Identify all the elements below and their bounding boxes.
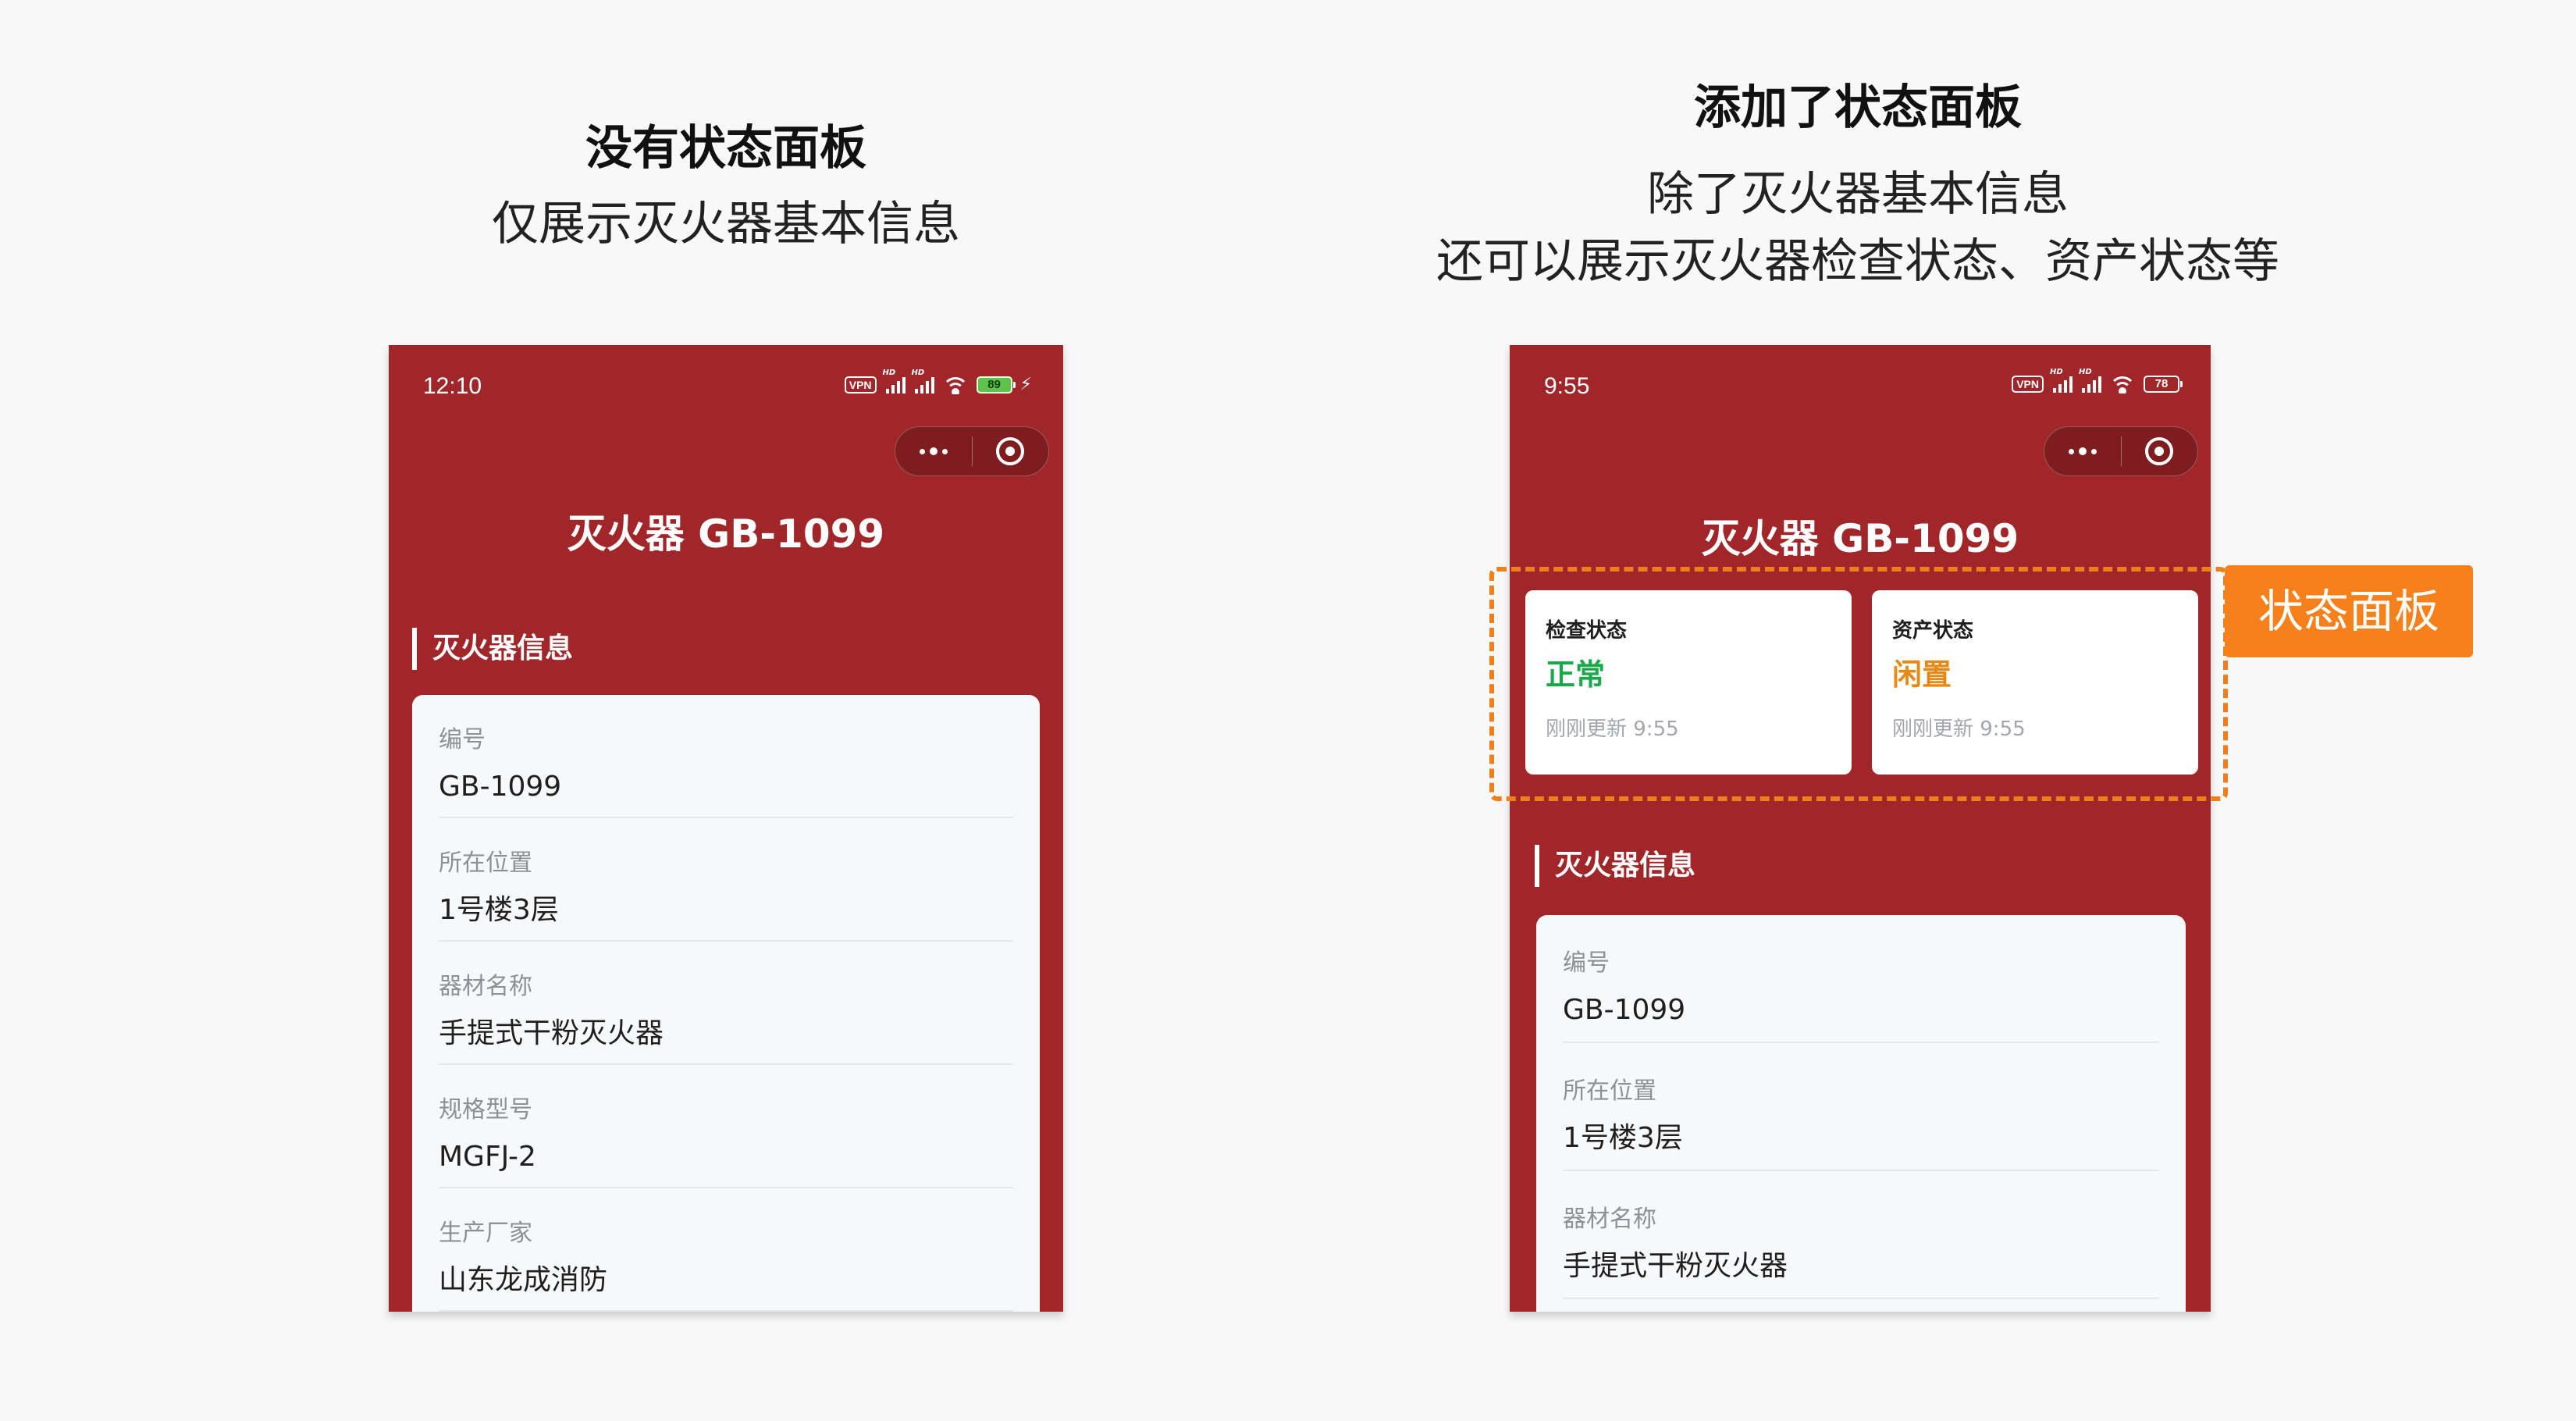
status-time: 12:10	[423, 373, 482, 399]
info-row: 规格型号 MGFJ-2	[439, 1065, 1013, 1188]
info-label: 规格型号	[439, 1096, 532, 1124]
info-row: 所在位置 1号楼3层	[439, 818, 1013, 942]
info-card: 编号 GB-1099 所在位置 1号楼3层 器材名称 手提式干粉灭火器 规格型号…	[412, 695, 1040, 1312]
info-card: 编号 GB-1099 所在位置 1号楼3层 器材名称 手提式干粉灭火器	[1536, 915, 2186, 1312]
battery-icon: 78	[2144, 376, 2183, 393]
status-panel-tag: 状态面板	[2225, 565, 2473, 657]
info-value: GB-1099	[1563, 994, 1686, 1026]
left-caption-line: 仅展示灭火器基本信息	[492, 197, 960, 251]
right-caption-title: 添加了状态面板	[1694, 80, 2022, 135]
signal-icon: HD	[912, 369, 934, 394]
charging-icon: ⚡	[1019, 375, 1032, 394]
status-panel-highlight-frame	[1489, 567, 2228, 801]
info-row: 器材名称 手提式干粉灭火器	[1563, 1171, 2159, 1299]
info-value: MGFJ-2	[439, 1141, 536, 1173]
miniprogram-capsule	[2044, 426, 2198, 476]
info-label: 器材名称	[1563, 1206, 1656, 1233]
info-row: 编号 GB-1099	[1563, 915, 2159, 1043]
section-title: 灭火器信息	[412, 628, 573, 670]
info-value: 1号楼3层	[1563, 1122, 1683, 1154]
vpn-icon: VPN	[2012, 376, 2044, 393]
status-bar: 9:55 VPN HD HD 78	[1510, 345, 2211, 423]
phone-screen-with-panel: 9:55 VPN HD HD 78 灭火器 GB-1099 检查状态 正常 刚刚…	[1510, 345, 2211, 1312]
info-row: 生产厂家 山东龙成消防	[439, 1188, 1013, 1312]
phone-screen-without-panel: 12:10 VPN HD HD 89 ⚡ 灭火器 GB-1099 灭火器信息 编…	[389, 345, 1063, 1312]
more-button[interactable]	[895, 427, 972, 475]
page-title: 灭火器 GB-1099	[567, 511, 885, 557]
info-value: 山东龙成消防	[439, 1264, 608, 1296]
status-icons: VPN HD HD 78	[2012, 368, 2183, 394]
more-icon	[2068, 447, 2097, 455]
battery-icon: 89	[976, 376, 1016, 394]
info-label: 器材名称	[439, 973, 532, 1000]
miniprogram-capsule	[895, 426, 1049, 476]
status-icons: VPN HD HD 89 ⚡	[844, 369, 1032, 394]
info-row: 编号 GB-1099	[439, 695, 1013, 818]
info-label: 所在位置	[1563, 1077, 1656, 1105]
status-time: 9:55	[1544, 373, 1590, 399]
more-button[interactable]	[2044, 427, 2121, 475]
info-label: 编号	[1563, 949, 1610, 977]
info-value: GB-1099	[439, 771, 562, 803]
info-value: 手提式干粉灭火器	[439, 1017, 664, 1049]
close-miniprogram-button[interactable]	[2122, 427, 2198, 475]
status-bar: 12:10 VPN HD HD 89 ⚡	[389, 345, 1063, 423]
info-label: 生产厂家	[439, 1220, 532, 1247]
right-caption-line: 除了灭火器基本信息	[1647, 167, 2069, 222]
info-row: 器材名称 手提式干粉灭火器	[439, 942, 1013, 1065]
signal-icon: HD	[883, 369, 906, 394]
right-caption-line: 还可以展示灭火器检查状态、资产状态等	[1436, 234, 2279, 289]
target-icon	[2145, 437, 2174, 465]
info-label: 编号	[439, 726, 486, 753]
right-caption: 添加了状态面板 除了灭火器基本信息 还可以展示灭火器检查状态、资产状态等	[1397, 72, 2318, 295]
close-miniprogram-button[interactable]	[973, 427, 1049, 475]
signal-icon: HD	[2079, 368, 2101, 393]
wifi-icon	[941, 376, 969, 394]
info-value: 手提式干粉灭火器	[1563, 1250, 1788, 1282]
vpn-icon: VPN	[844, 376, 877, 394]
target-icon	[996, 437, 1025, 465]
section-title: 灭火器信息	[1535, 845, 1695, 887]
info-label: 所在位置	[439, 849, 532, 877]
info-value: 1号楼3层	[439, 894, 559, 926]
more-icon	[919, 447, 948, 455]
left-caption-title: 没有状态面板	[585, 121, 866, 176]
wifi-icon	[2109, 375, 2136, 394]
left-caption: 没有状态面板 仅展示灭火器基本信息	[336, 116, 1116, 267]
signal-icon: HD	[2050, 368, 2073, 393]
info-row: 所在位置 1号楼3层	[1563, 1043, 2159, 1171]
comparison-stage: 没有状态面板 仅展示灭火器基本信息 添加了状态面板 除了灭火器基本信息 还可以展…	[0, 0, 2576, 1421]
page-title: 灭火器 GB-1099	[1701, 516, 2019, 561]
